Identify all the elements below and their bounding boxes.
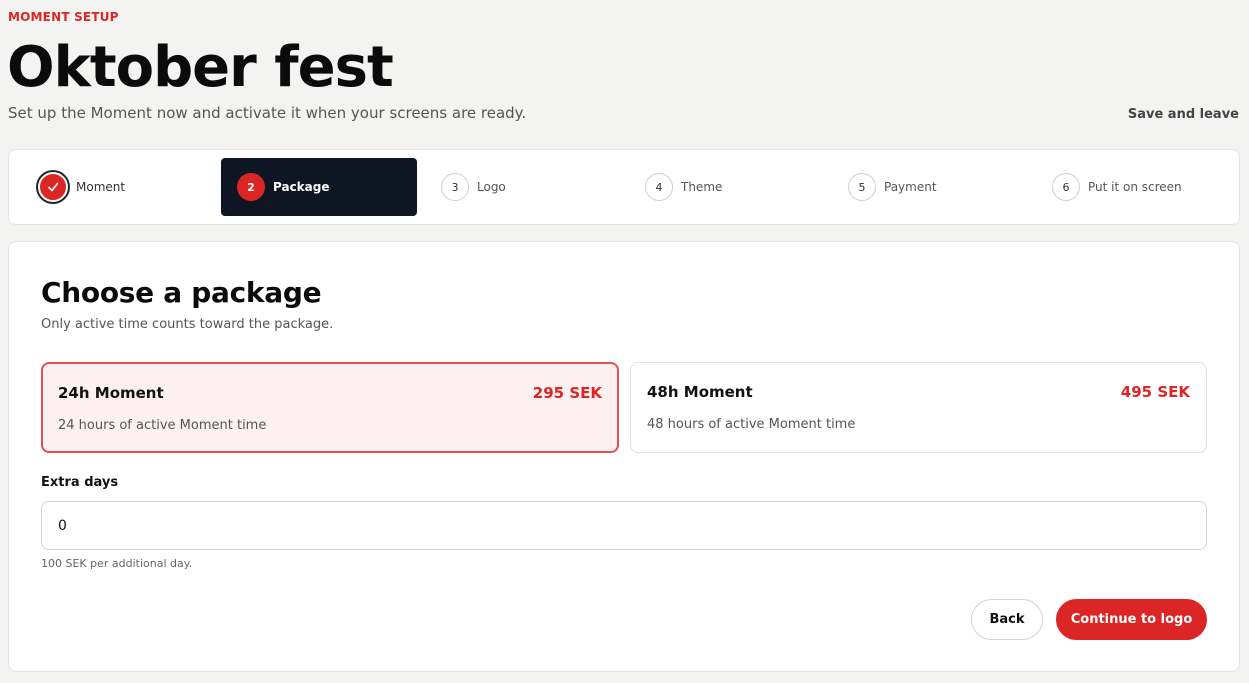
step-label: Theme	[681, 180, 723, 194]
step-payment[interactable]: 5 Payment	[832, 158, 1028, 216]
package-option-48h[interactable]: 48h Moment 495 SEK 48 hours of active Mo…	[630, 362, 1207, 453]
check-icon	[38, 172, 68, 202]
package-price: 295 SEK	[532, 384, 602, 402]
setup-stepper: Moment 2 Package 3 Logo 4 Theme 5 Paymen…	[8, 149, 1240, 225]
package-description: 48 hours of active Moment time	[647, 417, 856, 432]
step-logo[interactable]: 3 Logo	[425, 158, 621, 216]
package-price: 495 SEK	[1120, 383, 1190, 401]
package-description: 24 hours of active Moment time	[58, 418, 267, 433]
step-number: 2	[237, 173, 265, 201]
section-eyebrow: MOMENT SETUP	[8, 10, 119, 24]
step-number: 5	[848, 173, 876, 201]
step-label: Payment	[884, 180, 937, 194]
step-label: Moment	[76, 180, 126, 194]
step-number: 6	[1052, 173, 1080, 201]
step-package[interactable]: 2 Package	[221, 158, 417, 216]
step-number: 3	[441, 173, 469, 201]
extra-days-input[interactable]	[41, 501, 1207, 550]
step-number: 4	[645, 173, 673, 201]
package-name: 48h Moment	[647, 383, 753, 401]
back-button[interactable]: Back	[971, 599, 1043, 640]
step-label: Logo	[477, 180, 506, 194]
step-theme[interactable]: 4 Theme	[629, 158, 825, 216]
step-put-on-screen[interactable]: 6 Put it on screen	[1036, 158, 1232, 216]
page-subtitle: Set up the Moment now and activate it wh…	[8, 104, 527, 122]
save-and-leave-link[interactable]: Save and leave	[1128, 107, 1239, 122]
page-title: Oktober fest	[7, 35, 394, 100]
step-moment[interactable]: Moment	[25, 158, 221, 216]
package-section-title: Choose a package	[41, 276, 322, 309]
extra-days-label: Extra days	[41, 475, 119, 490]
step-label: Put it on screen	[1088, 180, 1182, 194]
step-label: Package	[273, 180, 330, 194]
extra-days-hint: 100 SEK per additional day.	[41, 557, 193, 570]
package-section-subtitle: Only active time counts toward the packa…	[41, 317, 334, 332]
package-card: Choose a package Only active time counts…	[8, 241, 1240, 672]
package-option-24h[interactable]: 24h Moment 295 SEK 24 hours of active Mo…	[41, 362, 619, 453]
continue-to-logo-button[interactable]: Continue to logo	[1056, 599, 1207, 640]
package-name: 24h Moment	[58, 384, 164, 402]
